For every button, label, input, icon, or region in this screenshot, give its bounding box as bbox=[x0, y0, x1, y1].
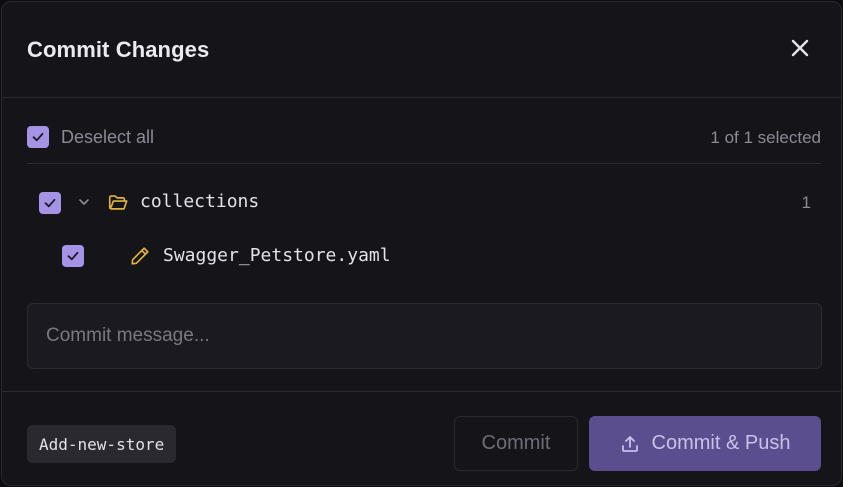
commit-and-push-label: Commit & Push bbox=[651, 432, 791, 454]
branch-badge: Add-new-store bbox=[27, 425, 177, 463]
folder-row-collections[interactable]: collections 1 bbox=[27, 185, 821, 221]
commit-dialog: Commit Changes Deselect all 1 of 1 selec… bbox=[1, 1, 842, 486]
check-icon bbox=[44, 198, 56, 208]
select-all-checkbox[interactable] bbox=[27, 126, 49, 148]
folder-change-count: 1 bbox=[801, 193, 811, 212]
folder-name: collections bbox=[140, 191, 260, 212]
dialog-header: Commit Changes bbox=[2, 2, 841, 98]
commit-message-input[interactable] bbox=[27, 303, 822, 369]
file-checkbox[interactable] bbox=[62, 245, 84, 267]
dialog-footer: Add-new-store Commit Commit & Push bbox=[2, 391, 841, 485]
upload-icon bbox=[621, 435, 638, 452]
close-icon bbox=[791, 39, 809, 57]
check-icon bbox=[67, 251, 79, 261]
check-icon bbox=[32, 132, 44, 142]
file-name: Swagger_Petstore.yaml bbox=[163, 245, 391, 266]
selected-count: 1 of 1 selected bbox=[710, 128, 821, 147]
deselect-all-label[interactable]: Deselect all bbox=[61, 127, 154, 148]
file-row[interactable]: Swagger_Petstore.yaml bbox=[27, 238, 821, 274]
close-button[interactable] bbox=[783, 31, 817, 65]
commit-and-push-button[interactable]: Commit & Push bbox=[589, 416, 821, 471]
folder-open-icon bbox=[108, 195, 128, 210]
folder-checkbox[interactable] bbox=[39, 192, 61, 214]
select-all-row: Deselect all 1 of 1 selected bbox=[27, 120, 821, 164]
dialog-title: Commit Changes bbox=[27, 37, 210, 62]
pencil-icon bbox=[131, 247, 149, 265]
chevron-down-icon[interactable] bbox=[76, 194, 92, 210]
commit-button[interactable]: Commit bbox=[454, 416, 578, 471]
